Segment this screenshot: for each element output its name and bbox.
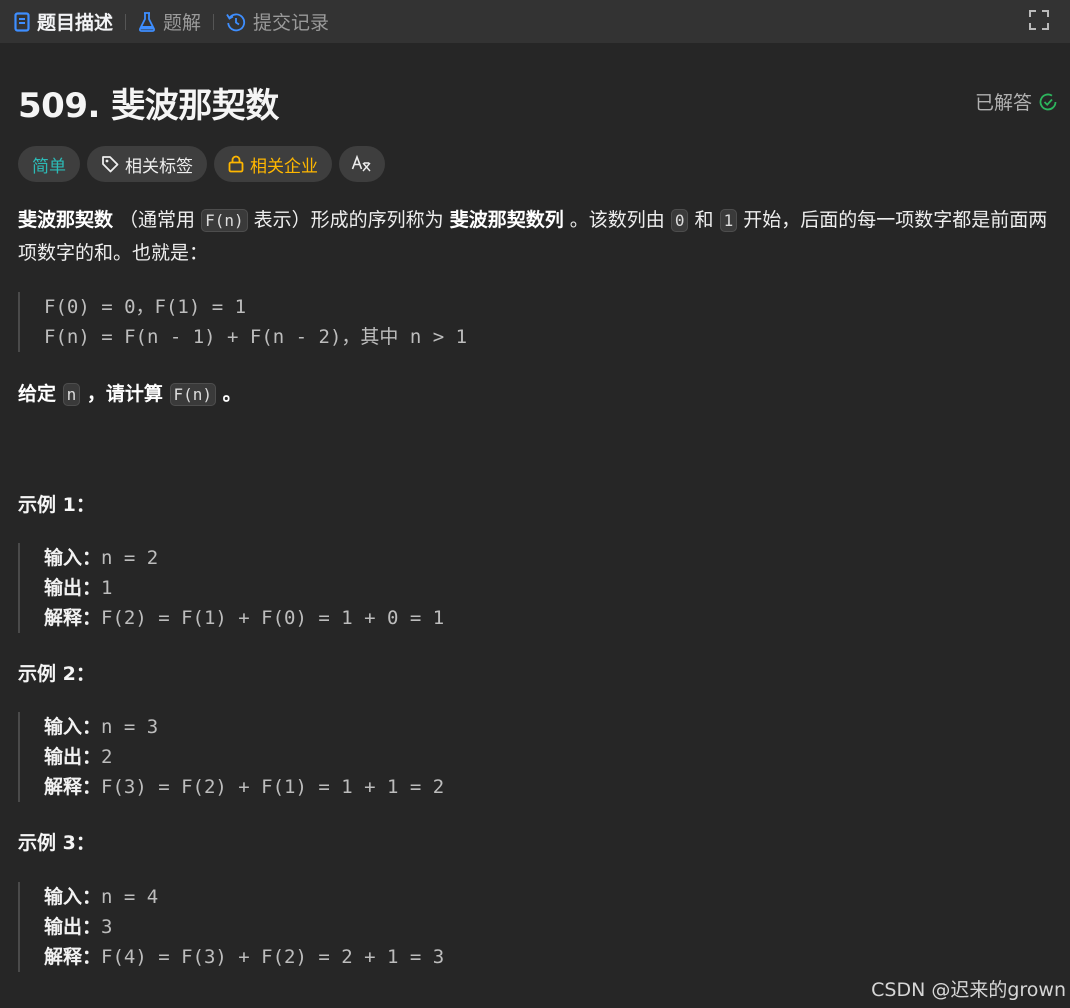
formula-line: F(0) = 0，F(1) = 1	[44, 296, 247, 318]
difficulty-badge: 简单	[18, 146, 80, 182]
code-inline: n	[62, 383, 81, 406]
example-explain-line: 解释：F(2) = F(1) + F(0) = 1 + 0 = 1	[44, 603, 444, 633]
tag-icon	[102, 156, 119, 173]
example-input-line: 输入：n = 2	[44, 543, 444, 573]
input-label: 输入：	[44, 547, 102, 569]
tab-solutions-label: 题解	[163, 12, 202, 34]
formula-block: F(0) = 0，F(1) = 1 F(n) = F(n - 1) + F(n …	[18, 292, 467, 352]
code-inline: 1	[719, 209, 738, 232]
difficulty-label: 简单	[32, 156, 66, 177]
related-companies-button[interactable]: 相关企业	[214, 146, 332, 182]
translate-button[interactable]	[339, 146, 385, 182]
related-tags-label: 相关标签	[125, 156, 193, 177]
formula-line: F(n) = F(n - 1) + F(n - 2)，其中 n > 1	[44, 326, 468, 348]
document-icon	[14, 11, 30, 32]
example-1-title: 示例 1：	[18, 494, 95, 516]
explain-label: 解释：	[44, 607, 102, 629]
tab-solutions[interactable]: 题解	[138, 8, 201, 35]
example-2-title: 示例 2：	[18, 663, 95, 685]
code-inline: 0	[670, 209, 689, 232]
output-label: 输出：	[44, 746, 102, 768]
description-paragraph: 斐波那契数 （通常用 F(n) 表示）形成的序列称为 斐波那契数列 。该数列由 …	[18, 204, 1052, 269]
related-companies-label: 相关企业	[250, 156, 318, 177]
desc-text: 。该数列由	[563, 209, 671, 231]
desc-text: 表示）形成的序列称为	[247, 209, 450, 231]
solved-status: 已解答	[975, 88, 1058, 115]
explain-label: 解释：	[44, 776, 102, 798]
example-2-block: 输入：n = 3 输出：2 解释：F(3) = F(2) + F(1) = 1 …	[18, 712, 444, 802]
example-output: 1	[101, 577, 113, 599]
tab-separator	[125, 13, 127, 30]
tab-bar: 题目描述 题解 提交记录	[0, 0, 1070, 43]
example-input: n = 2	[101, 547, 159, 569]
input-label: 输入：	[44, 716, 102, 738]
term-sequence: 斐波那契数列	[449, 209, 564, 231]
output-label: 输出：	[44, 916, 102, 938]
lock-icon	[228, 155, 244, 173]
desc-text: （通常用	[113, 209, 202, 231]
example-explain-line: 解释：F(3) = F(2) + F(1) = 1 + 1 = 2	[44, 772, 444, 802]
example-output: 2	[101, 746, 113, 768]
example-output-line: 输出：2	[44, 742, 444, 772]
related-tags-button[interactable]: 相关标签	[87, 146, 207, 182]
input-label: 输入：	[44, 886, 102, 908]
tab-description-label: 题目描述	[37, 12, 114, 34]
task-text-part: 。	[216, 383, 242, 405]
solved-label: 已解答	[974, 92, 1032, 114]
example-input-line: 输入：n = 3	[44, 712, 444, 742]
example-input: n = 3	[101, 716, 159, 738]
example-output-line: 输出：1	[44, 573, 444, 603]
watermark: CSDN @迟来的grown	[871, 979, 1066, 1001]
example-1-block: 输入：n = 2 输出：1 解释：F(2) = F(1) + F(0) = 1 …	[18, 543, 444, 633]
example-3-block: 输入：n = 4 输出：3 解释：F(4) = F(3) + F(2) = 2 …	[18, 882, 444, 972]
example-explain-line: 解释：F(4) = F(3) + F(2) = 2 + 1 = 3	[44, 942, 444, 972]
term-fibonacci: 斐波那契数	[18, 209, 114, 231]
flask-icon	[139, 11, 156, 32]
example-explain: F(2) = F(1) + F(0) = 1 + 0 = 1	[101, 607, 445, 629]
translate-icon	[351, 154, 371, 172]
explain-label: 解释：	[44, 946, 102, 968]
tab-description[interactable]: 题目描述	[14, 8, 113, 35]
code-inline: F(n)	[169, 383, 217, 406]
check-circle-icon	[1039, 93, 1057, 110]
task-text-part: ，请计算	[80, 383, 170, 405]
history-icon	[226, 13, 246, 31]
code-inline: F(n)	[201, 209, 248, 232]
tab-submissions-label: 提交记录	[253, 12, 330, 34]
problem-description: 斐波那契数 （通常用 F(n) 表示）形成的序列称为 斐波那契数列 。该数列由 …	[18, 204, 1052, 269]
task-text-part: 给定	[18, 383, 63, 405]
task-paragraph: 给定 n ，请计算 F(n) 。	[18, 378, 1052, 411]
tag-row: 简单 相关标签 相关企业	[18, 146, 385, 182]
fullscreen-icon[interactable]	[1028, 9, 1050, 31]
example-3-title: 示例 3：	[18, 832, 95, 854]
desc-text: 和	[688, 209, 720, 231]
example-explain: F(4) = F(3) + F(2) = 2 + 1 = 3	[101, 946, 445, 968]
output-label: 输出：	[44, 577, 102, 599]
tab-separator	[213, 13, 215, 30]
example-output: 3	[101, 916, 113, 938]
title-row: 509. 斐波那契数 已解答	[18, 78, 1058, 126]
example-input-line: 输入：n = 4	[44, 882, 444, 912]
example-output-line: 输出：3	[44, 912, 444, 942]
tab-submissions[interactable]: 提交记录	[226, 8, 329, 35]
task-text: 给定 n ，请计算 F(n) 。	[18, 378, 1052, 411]
example-explain: F(3) = F(2) + F(1) = 1 + 1 = 2	[101, 776, 445, 798]
problem-title: 509. 斐波那契数	[18, 86, 279, 126]
example-input: n = 4	[101, 886, 159, 908]
